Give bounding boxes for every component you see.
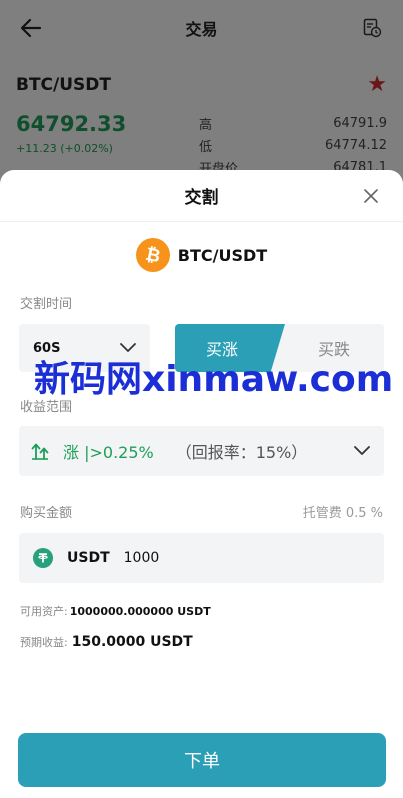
return-rate: （回报率：15%） — [175, 443, 308, 462]
arrow-up-trend-icon — [31, 440, 53, 462]
available-value: 1000000.000000 USDT — [69, 605, 211, 618]
profit-value: 150.0000 USDT — [71, 634, 193, 650]
close-icon[interactable] — [359, 184, 383, 208]
sheet-title: 交割 — [184, 188, 219, 208]
coin-row: ₿ BTC/USDT — [0, 237, 403, 273]
amount-unit: USDT — [67, 550, 110, 566]
amount-label-row: 购买金额 托管费 0.5 % — [0, 502, 403, 521]
svg-text:₿: ₿ — [143, 244, 162, 266]
time-label: 交割时间 — [20, 297, 73, 312]
amount-label: 购买金额 — [20, 506, 73, 521]
place-order-button[interactable]: 下单 — [18, 733, 386, 787]
range-select[interactable]: 涨 |>0.25% （回报率：15%） — [19, 426, 384, 476]
amount-field: USDT — [19, 533, 384, 583]
watermark-text: 新码网xinmaw.com — [34, 359, 394, 400]
sheet-header: 交割 — [0, 170, 403, 222]
amount-input[interactable] — [123, 550, 324, 566]
available-assets: 可用资产: 1000000.000000 USDT — [0, 603, 403, 619]
available-label: 可用资产: — [20, 605, 68, 618]
custody-fee: 托管费 0.5 % — [302, 506, 383, 521]
profit-label: 预期收益: — [20, 636, 68, 649]
coin-name: BTC/USDT — [177, 245, 268, 265]
expected-profit: 预期收益: 150.0000 USDT — [0, 634, 403, 650]
range-text: 涨 |>0.25% — [63, 443, 154, 462]
bitcoin-icon: ₿ — [135, 238, 170, 272]
tether-icon — [33, 548, 53, 568]
chevron-down-icon — [352, 441, 372, 461]
delivery-order-sheet: 交割 ₿ BTC/USDT 交割时间 60S 买涨 买跌 收益范围 涨 |>0.… — [0, 170, 403, 798]
